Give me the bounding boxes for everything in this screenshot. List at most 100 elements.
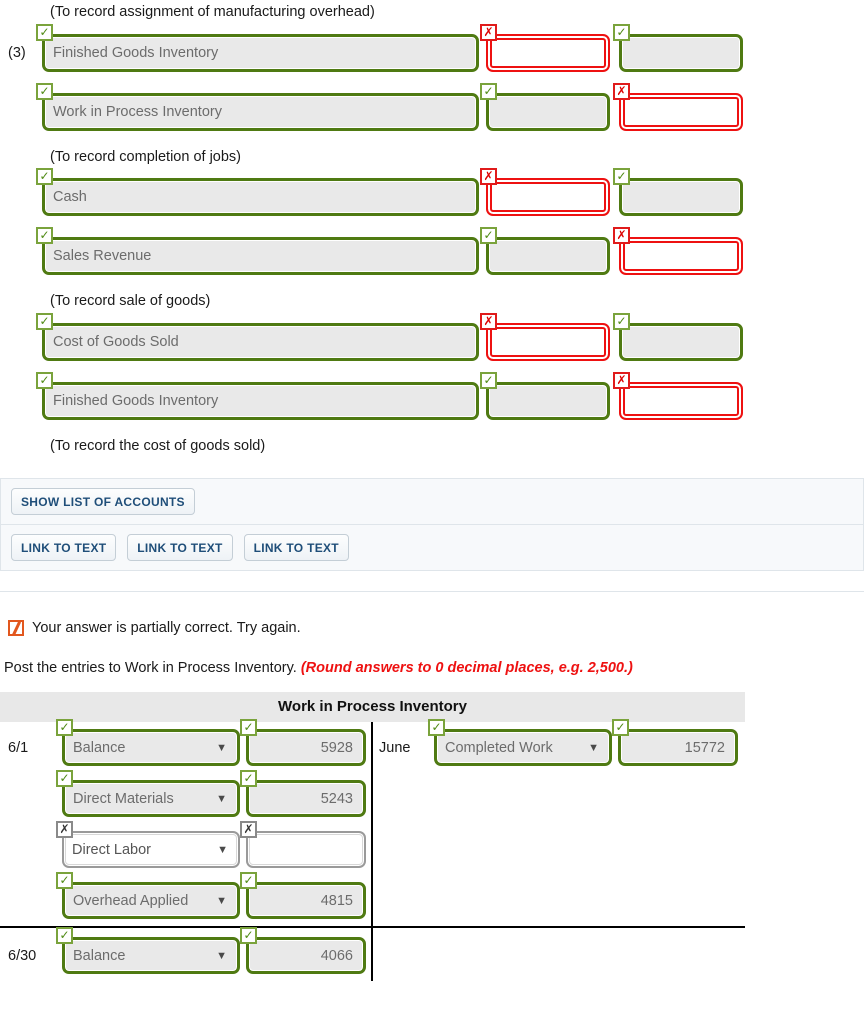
account-field[interactable]: Finished Goods Inventory ✓	[36, 371, 479, 420]
t-row-amount: 15772	[684, 739, 725, 756]
chevron-down-icon: ▼	[216, 949, 227, 962]
check-icon: ✓	[612, 719, 629, 736]
t-account-amount-input[interactable]: 5243 ✓	[240, 770, 366, 817]
t-account-name-select[interactable]: Completed Work ▼ ✓	[428, 719, 612, 766]
debit-field[interactable]: ✓	[480, 82, 610, 131]
feedback-message: Your answer is partially correct. Try ag…	[32, 620, 301, 636]
check-icon: ✓	[480, 371, 497, 389]
account-field[interactable]: Finished Goods Inventory ✓	[36, 23, 479, 72]
x-icon: ✗	[613, 371, 630, 389]
check-icon: ✓	[56, 927, 73, 944]
credit-field[interactable]: ✗	[613, 227, 743, 275]
account-field[interactable]: Cash ✓	[36, 168, 479, 216]
t-account-amount-input[interactable]: 4815 ✓	[240, 872, 366, 919]
journal-row: Work in Process Inventory ✓ ✓ ✗	[0, 82, 864, 137]
exercise-page: (To record assignment of manufacturing o…	[0, 0, 864, 1024]
t-account-name-select[interactable]: Overhead Applied ▼ ✓	[56, 872, 240, 919]
check-icon: ✓	[56, 770, 73, 787]
debit-field[interactable]: ✗	[480, 168, 610, 216]
credit-field[interactable]: ✓	[613, 168, 743, 216]
t-account-amount-input[interactable]: 15772 ✓	[612, 719, 738, 766]
memo-sale: (To record sale of goods)	[50, 293, 211, 309]
chevron-down-icon: ▼	[216, 792, 227, 805]
link-to-text-button-3[interactable]: LINK TO TEXT	[243, 534, 349, 561]
t-row-amount: 4815	[320, 892, 353, 909]
show-list-of-accounts-button[interactable]: SHOW LIST OF ACCOUNTS	[11, 488, 195, 515]
t-account-row: Direct Materials ▼ ✓ 5243 ✓	[0, 770, 745, 824]
entry-number: (3)	[8, 44, 26, 61]
journal-row: Finished Goods Inventory ✓ ✓ ✗	[0, 371, 864, 426]
check-icon: ✓	[240, 872, 257, 889]
partial-correct-icon	[8, 620, 24, 636]
x-icon: ✗	[480, 168, 497, 185]
debit-field[interactable]: ✗	[480, 23, 610, 72]
link-to-text-button-1[interactable]: LINK TO TEXT	[11, 534, 117, 561]
section-divider	[0, 591, 864, 598]
memo-completion: (To record completion of jobs)	[50, 148, 241, 165]
t-account-name-select[interactable]: Direct Materials ▼ ✓	[56, 770, 240, 817]
memo-cogs: (To record the cost of goods sold)	[50, 437, 266, 454]
debit-field[interactable]: ✓	[480, 371, 610, 420]
check-icon: ✓	[428, 719, 445, 736]
t-account-name-select[interactable]: Balance ▼ ✓	[56, 719, 240, 766]
check-icon: ✓	[36, 23, 53, 41]
account-value: Work in Process Inventory	[53, 103, 222, 120]
check-icon: ✓	[36, 312, 53, 330]
t-account-amount-input[interactable]: 4066 ✓	[240, 927, 366, 974]
check-icon: ✓	[480, 82, 497, 100]
check-icon: ✓	[480, 227, 497, 244]
t-row-name: Balance	[73, 947, 126, 964]
show-accounts-panel: SHOW LIST OF ACCOUNTS	[0, 478, 864, 525]
journal-entry-section: (To record assignment of manufacturing o…	[0, 0, 864, 453]
chevron-down-icon: ▼	[216, 741, 227, 754]
account-field[interactable]: Cost of Goods Sold ✓	[36, 312, 479, 361]
credit-field[interactable]: ✗	[613, 82, 743, 131]
t-account-row: 6/1 Balance ▼ ✓ 5928 ✓ June Completed Wo…	[0, 719, 745, 773]
check-icon: ✓	[613, 168, 630, 185]
check-icon: ✓	[56, 872, 73, 889]
t-account-amount-input[interactable]: 5928 ✓	[240, 719, 366, 766]
x-icon: ✗	[240, 821, 257, 838]
t-account-row: 6/30 Balance ▼ ✓ 4066 ✓	[0, 927, 745, 981]
t-account-name-select[interactable]: Direct Labor ▼ ✗	[56, 821, 240, 868]
account-field[interactable]: Sales Revenue ✓	[36, 227, 479, 275]
t-row-date: 6/1	[8, 739, 29, 756]
debit-field[interactable]: ✗	[480, 312, 610, 361]
x-icon: ✗	[480, 312, 497, 330]
prompt-hint: (Round answers to 0 decimal places, e.g.…	[300, 660, 633, 676]
question-prompt: Post the entries to Work in Process Inve…	[0, 660, 864, 676]
journal-row: Sales Revenue ✓ ✓ ✗	[0, 227, 864, 281]
t-row-name: Direct Materials	[73, 790, 174, 807]
x-icon: ✗	[480, 23, 497, 41]
debit-field[interactable]: ✓	[480, 227, 610, 275]
feedback-banner: Your answer is partially correct. Try ag…	[0, 620, 864, 636]
toolbar-section: SHOW LIST OF ACCOUNTS LINK TO TEXT LINK …	[0, 478, 864, 571]
check-icon: ✓	[56, 719, 73, 736]
t-row-name: Direct Labor	[72, 841, 151, 858]
t-row-name: Balance	[73, 739, 126, 756]
t-row-name: Completed Work	[445, 739, 553, 756]
journal-row: (3) Finished Goods Inventory ✓ ✗ ✓	[0, 23, 864, 78]
check-icon: ✓	[240, 719, 257, 736]
credit-field[interactable]: ✗	[613, 371, 743, 420]
t-account: Work in Process Inventory 6/1 Balance ▼ …	[0, 692, 745, 981]
chevron-down-icon: ▼	[588, 741, 599, 754]
account-field[interactable]: Work in Process Inventory ✓	[36, 82, 479, 131]
chevron-down-icon: ▼	[217, 843, 228, 856]
check-icon: ✓	[613, 312, 630, 330]
link-to-text-button-2[interactable]: LINK TO TEXT	[127, 534, 233, 561]
t-account-row: Direct Labor ▼ ✗ ✗	[0, 821, 745, 875]
t-row-date: June	[379, 739, 411, 756]
t-account-amount-input[interactable]: ✗	[240, 821, 366, 868]
account-value: Sales Revenue	[53, 248, 152, 264]
check-icon: ✓	[36, 82, 53, 100]
credit-field[interactable]: ✓	[613, 312, 743, 361]
t-row-amount: 5928	[320, 739, 353, 756]
x-icon: ✗	[613, 227, 630, 244]
credit-field[interactable]: ✓	[613, 23, 743, 72]
account-value: Finished Goods Inventory	[53, 392, 219, 409]
t-account-name-select[interactable]: Balance ▼ ✓	[56, 927, 240, 974]
t-row-amount: 5243	[320, 790, 353, 807]
chevron-down-icon: ▼	[216, 894, 227, 907]
